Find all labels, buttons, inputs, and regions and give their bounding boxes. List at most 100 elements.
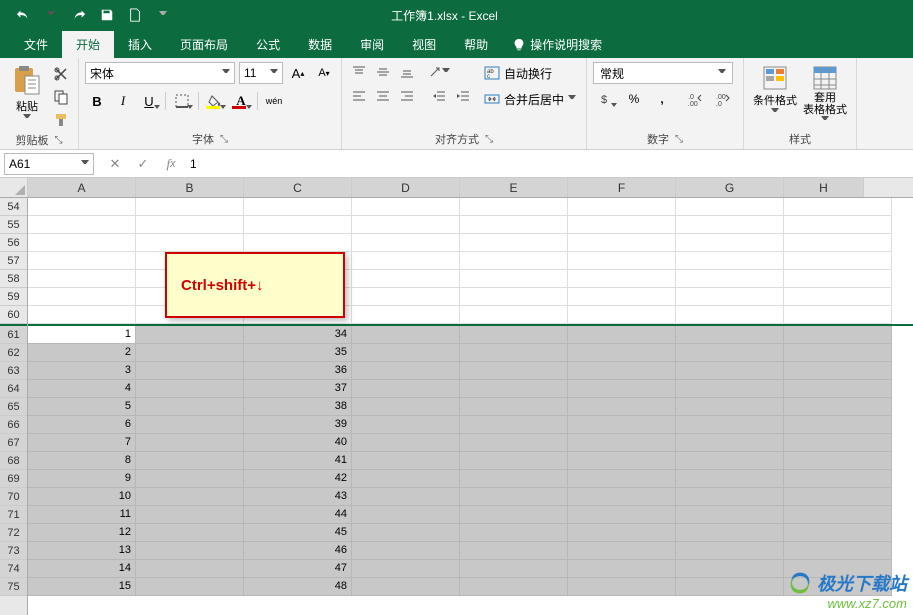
cell[interactable] — [352, 488, 460, 506]
merge-center-button[interactable]: 合并后居中 — [480, 88, 580, 110]
number-format-combo[interactable]: 常规 — [593, 62, 733, 84]
cell[interactable] — [568, 306, 676, 324]
insert-function-button[interactable]: fx — [160, 153, 182, 175]
redo-button[interactable] — [66, 3, 92, 27]
cell[interactable] — [784, 434, 892, 452]
cell[interactable] — [136, 380, 244, 398]
row-header[interactable]: 56 — [0, 234, 27, 252]
row-header[interactable]: 61 — [0, 326, 27, 344]
cell[interactable] — [460, 234, 568, 252]
align-top-button[interactable] — [348, 62, 370, 82]
cell[interactable] — [676, 398, 784, 416]
cell[interactable] — [784, 524, 892, 542]
font-name-combo[interactable]: 宋体 — [85, 62, 235, 84]
cell[interactable] — [28, 270, 136, 288]
cell[interactable] — [352, 416, 460, 434]
cell[interactable] — [244, 234, 352, 252]
cut-button[interactable] — [50, 64, 72, 84]
cell[interactable] — [568, 362, 676, 380]
cell[interactable] — [676, 326, 784, 344]
cell[interactable] — [136, 434, 244, 452]
tab-help[interactable]: 帮助 — [450, 31, 502, 58]
cell[interactable]: 4 — [28, 380, 136, 398]
cell[interactable] — [784, 362, 892, 380]
cell[interactable] — [676, 578, 784, 596]
cell[interactable] — [136, 506, 244, 524]
cell[interactable] — [784, 452, 892, 470]
tab-data[interactable]: 数据 — [294, 31, 346, 58]
tab-insert[interactable]: 插入 — [114, 31, 166, 58]
cell[interactable] — [784, 398, 892, 416]
cell[interactable] — [568, 326, 676, 344]
cell[interactable] — [244, 216, 352, 234]
cell[interactable] — [676, 198, 784, 216]
font-color-button[interactable]: A — [229, 90, 253, 112]
confirm-edit-button[interactable]: ✓ — [132, 153, 154, 175]
underline-button[interactable]: U — [137, 90, 161, 112]
cell[interactable] — [352, 452, 460, 470]
cell[interactable] — [568, 252, 676, 270]
select-all-corner[interactable] — [0, 178, 28, 198]
cell[interactable] — [568, 434, 676, 452]
cell[interactable] — [136, 470, 244, 488]
cell[interactable] — [784, 306, 892, 324]
cell[interactable]: 41 — [244, 452, 352, 470]
cell[interactable] — [784, 252, 892, 270]
cell[interactable] — [136, 524, 244, 542]
cell[interactable] — [352, 234, 460, 252]
cell[interactable]: 6 — [28, 416, 136, 434]
cell[interactable] — [784, 506, 892, 524]
cell[interactable] — [568, 452, 676, 470]
cell[interactable] — [676, 416, 784, 434]
cell[interactable] — [136, 452, 244, 470]
cell[interactable] — [460, 270, 568, 288]
formula-input[interactable]: 1 — [182, 157, 913, 171]
decrease-decimal-button[interactable]: .00.0 — [711, 88, 737, 110]
row-header[interactable]: 70 — [0, 488, 27, 506]
cell[interactable]: 2 — [28, 344, 136, 362]
cell[interactable]: 3 — [28, 362, 136, 380]
cell[interactable]: 48 — [244, 578, 352, 596]
font-dialog-launcher[interactable]: ⤡ — [220, 134, 228, 145]
tab-review[interactable]: 审阅 — [346, 31, 398, 58]
cell[interactable] — [568, 288, 676, 306]
increase-indent-button[interactable] — [452, 86, 474, 106]
clipboard-dialog-launcher[interactable]: ⤡ — [55, 135, 63, 146]
row-header[interactable]: 62 — [0, 344, 27, 362]
cell[interactable] — [136, 198, 244, 216]
cell[interactable] — [352, 524, 460, 542]
cell[interactable]: 12 — [28, 524, 136, 542]
cell[interactable]: 7 — [28, 434, 136, 452]
increase-decimal-button[interactable]: .0.00 — [683, 88, 709, 110]
cells-area[interactable]: 1342353364375386397408419421043114412451… — [28, 198, 913, 615]
cell[interactable] — [136, 234, 244, 252]
cell[interactable]: 40 — [244, 434, 352, 452]
cell[interactable] — [568, 416, 676, 434]
row-header[interactable]: 59 — [0, 288, 27, 306]
column-header[interactable]: B — [136, 178, 244, 197]
cell[interactable] — [352, 398, 460, 416]
format-painter-button[interactable] — [50, 110, 72, 130]
cell[interactable] — [136, 542, 244, 560]
cell[interactable] — [676, 362, 784, 380]
cell[interactable] — [136, 344, 244, 362]
cell[interactable] — [352, 306, 460, 324]
save-button[interactable] — [94, 3, 120, 27]
cell[interactable]: 35 — [244, 344, 352, 362]
tab-page-layout[interactable]: 页面布局 — [166, 31, 242, 58]
cell[interactable] — [784, 488, 892, 506]
cell[interactable] — [676, 488, 784, 506]
cell[interactable] — [460, 306, 568, 324]
conditional-format-button[interactable]: 条件格式 — [750, 62, 800, 116]
row-header[interactable]: 54 — [0, 198, 27, 216]
cell[interactable] — [244, 198, 352, 216]
row-header[interactable]: 73 — [0, 542, 27, 560]
cell[interactable] — [136, 560, 244, 578]
format-as-table-button[interactable]: 套用 表格格式 — [800, 62, 850, 124]
column-header[interactable]: C — [244, 178, 352, 197]
cell[interactable] — [784, 542, 892, 560]
align-center-button[interactable] — [372, 86, 394, 106]
cell[interactable] — [352, 216, 460, 234]
cell[interactable] — [460, 506, 568, 524]
row-header[interactable]: 64 — [0, 380, 27, 398]
